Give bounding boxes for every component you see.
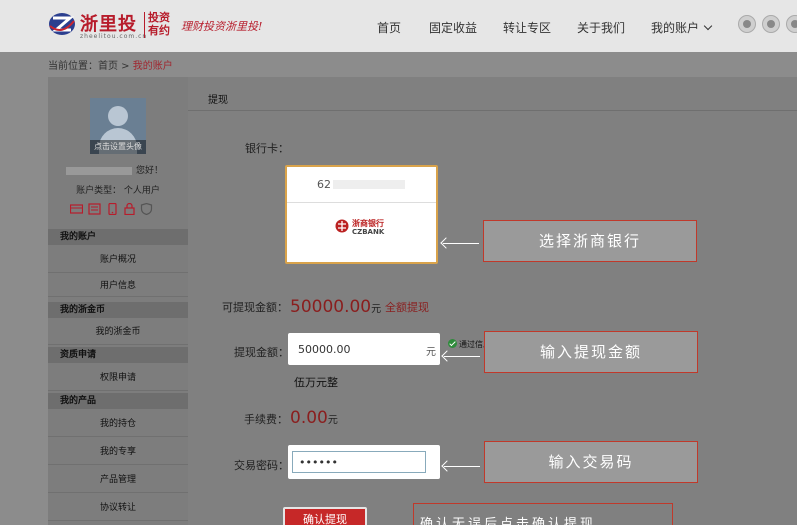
sidebar: 点击设置头像 您好！ 账户类型： 个人用户 我的账户 账户概况 用户信息 我的浙… [48, 77, 188, 525]
withdraw-all-link[interactable]: 全额提现 [385, 299, 429, 315]
avatar-caption[interactable]: 点击设置头像 [90, 140, 146, 154]
nav-my-account-label: 我的账户 [651, 21, 700, 35]
logo-tagline: 投资有约 [148, 11, 170, 37]
nav-about-us[interactable]: 关于我们 [577, 19, 625, 36]
sidebar-item-exclusive[interactable]: 我的专享 [48, 441, 188, 465]
sidebar-item-my-coins[interactable]: 我的浙金币 [48, 321, 188, 345]
nav-fixed-income[interactable]: 固定收益 [429, 19, 477, 36]
logo-divider [144, 12, 145, 38]
amount-input-frame: 元 [288, 333, 440, 365]
available-label: 可提现金额： [222, 301, 288, 314]
phone-icon[interactable] [106, 203, 119, 215]
available-amount-value: 50000.00 [290, 297, 372, 317]
logo-icon[interactable] [48, 12, 76, 36]
sidebar-section-my-products: 我的产品 [48, 393, 188, 409]
nav-my-account[interactable]: 我的账户 [651, 19, 713, 36]
sidebar-item-holdings[interactable]: 我的持仓 [48, 413, 188, 437]
card-number-prefix: 62 [317, 178, 331, 191]
annotation-select-bank: 选择浙商银行 [483, 220, 697, 262]
annotation-enter-amount: 输入提现金额 [484, 331, 698, 373]
amount-input[interactable] [292, 337, 426, 361]
id-card-icon[interactable] [70, 203, 83, 215]
shield-icon[interactable] [140, 203, 153, 215]
card-number-row: 62 [287, 167, 436, 203]
sidebar-item-agreement-transfer[interactable]: 协议转让 [48, 497, 188, 521]
fee-label: 手续费： [244, 413, 288, 426]
password-label: 交易密码： [234, 459, 289, 472]
nav-home[interactable]: 首页 [377, 19, 401, 36]
top-header: 浙里投 zheelitou.com.cn 投资有约 理财投资浙里投! 首页 固定… [0, 0, 797, 52]
amount-unit: 元 [426, 347, 436, 358]
avatar[interactable]: 点击设置头像 [90, 98, 146, 154]
account-type: 账户类型： 个人用户 [76, 186, 160, 196]
annotation-confirm-hint: 确认无误后点击确认提现 [413, 503, 673, 525]
wechat-icon[interactable] [738, 15, 756, 33]
avatar-head-shape [108, 106, 128, 126]
breadcrumb: 当前位置：首页 > 我的账户 [48, 57, 173, 72]
available-unit: 元 [371, 304, 382, 315]
header-slogan: 理财投资浙里投! [181, 20, 263, 33]
bank-card-option[interactable]: 62 浙商银行 CZBANK [285, 165, 438, 264]
fee-amount-value: 0.00 [290, 408, 328, 428]
sidebar-section-my-account: 我的账户 [48, 229, 188, 245]
check-circle-icon [448, 339, 457, 348]
arrow-left-icon [443, 243, 479, 244]
username-redacted [66, 167, 132, 175]
greeting-text: 您好！ [136, 166, 164, 176]
breadcrumb-current: 我的账户 [132, 61, 173, 72]
fee-amount: 0.00元 [290, 408, 338, 428]
sidebar-item-account-overview[interactable]: 账户概况 [48, 249, 188, 273]
android-icon[interactable] [786, 15, 797, 33]
card-number-redacted [333, 180, 405, 189]
document-icon[interactable] [88, 203, 101, 215]
bank-card-label: 银行卡： [245, 142, 289, 155]
chevron-down-icon [703, 21, 713, 31]
czbank-logo-icon [335, 219, 349, 233]
amount-label: 提现金额： [234, 346, 289, 359]
bank-name-en: CZBANK [352, 228, 385, 236]
amount-in-chinese: 伍万元整 [294, 376, 338, 389]
tab-withdraw[interactable]: 提现 [208, 91, 228, 106]
logo-subtext: zheelitou.com.cn [80, 33, 148, 40]
transaction-password-input[interactable] [292, 451, 426, 473]
sidebar-item-product-management[interactable]: 产品管理 [48, 469, 188, 493]
nav-transfer-zone[interactable]: 转让专区 [503, 19, 551, 36]
lock-icon[interactable] [123, 203, 136, 215]
sidebar-section-coins: 我的浙金币 [48, 302, 188, 318]
password-input-frame [288, 445, 440, 479]
available-amount: 50000.00元 [290, 297, 381, 317]
confirm-withdraw-button[interactable]: 确认提现 [283, 507, 367, 525]
arrow-left-icon [444, 466, 480, 467]
sidebar-item-permission-request[interactable]: 权限申请 [48, 367, 188, 391]
apple-icon[interactable] [762, 15, 780, 33]
arrow-left-icon [444, 356, 480, 357]
breadcrumb-prefix[interactable]: 当前位置：首页 > [48, 61, 133, 72]
fee-unit: 元 [327, 415, 338, 426]
tab-bar: 提现 [188, 77, 797, 111]
annotation-enter-code: 输入交易码 [484, 441, 698, 483]
sidebar-item-user-info[interactable]: 用户信息 [48, 275, 188, 297]
sidebar-section-qualification: 资质申请 [48, 347, 188, 363]
